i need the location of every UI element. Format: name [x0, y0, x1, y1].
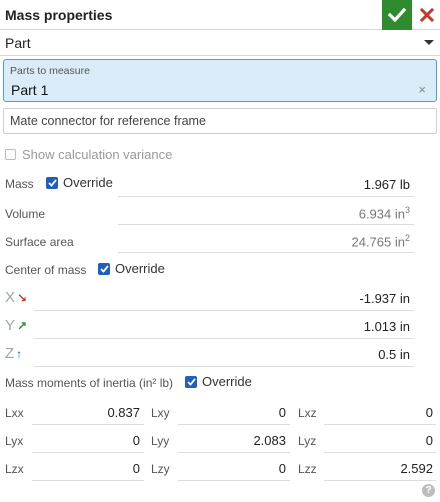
inertia-cell-value[interactable]: 0	[80, 433, 140, 448]
check-icon	[388, 8, 406, 22]
inertia-cell-underline	[178, 424, 290, 425]
measure-mode-dropdown[interactable]: Part	[0, 31, 440, 56]
y-axis-label: Y	[5, 317, 16, 334]
cancel-button[interactable]	[413, 0, 440, 30]
mate-connector-field[interactable]: Mate connector for reference frame	[3, 108, 437, 134]
inertia-cell-label: Lyx	[5, 434, 24, 448]
inertia-cell-label: Lyy	[151, 434, 170, 448]
mass-override-checkbox[interactable]: Override	[46, 175, 113, 190]
x-arrow-icon: ↘	[17, 290, 28, 305]
inertia-cell-label: Lzx	[5, 462, 24, 476]
inertia-cell-underline	[324, 480, 436, 481]
inertia-cell-underline	[324, 424, 436, 425]
inertia-cell-label: Lyz	[298, 434, 317, 448]
mass-label: Mass	[5, 177, 34, 191]
checkbox-checked-icon	[185, 375, 197, 388]
inertia-cell-value[interactable]: 0	[226, 461, 286, 476]
inertia-cell-underline	[32, 424, 144, 425]
panel-title: Mass properties	[5, 7, 113, 23]
inertia-label: Mass moments of inertia (in² lb)	[5, 376, 174, 390]
center-of-mass-label: Center of mass	[5, 263, 87, 277]
inertia-cell-label: Lzy	[151, 462, 170, 476]
x-axis-indicator: X ↘	[5, 289, 27, 306]
inertia-override-label: Override	[202, 374, 252, 389]
inertia-cell-label: Lxx	[5, 406, 24, 420]
parts-to-measure-field[interactable]: Parts to measure Part 1 ×	[3, 59, 437, 102]
inertia-cell-label: Lxy	[151, 406, 170, 420]
surface-area-value: 24.765 in2	[351, 233, 410, 250]
center-x-value[interactable]: -1.937 in	[240, 291, 410, 306]
panel-header: Mass properties	[0, 0, 440, 30]
accept-button[interactable]	[382, 0, 412, 30]
center-x-underline	[34, 310, 414, 311]
x-axis-label: X	[5, 289, 16, 306]
volume-value: 6.934 in3	[358, 205, 410, 222]
surface-area-underline	[118, 252, 414, 253]
inertia-cell-underline	[178, 452, 290, 453]
inertia-cell-value[interactable]: 0	[226, 405, 286, 420]
mass-override-label: Override	[63, 175, 113, 190]
center-of-mass-override-label: Override	[115, 261, 165, 276]
show-variance-label: Show calculation variance	[22, 146, 173, 162]
inertia-cell-value[interactable]: 0	[373, 405, 433, 420]
surface-area-label: Surface area	[5, 235, 74, 249]
inertia-cell-underline	[32, 480, 144, 481]
y-axis-indicator: Y ↗	[5, 317, 27, 334]
center-z-underline	[34, 366, 414, 367]
inertia-cell-label: Lxz	[298, 406, 317, 420]
help-icon[interactable]: ?	[422, 484, 435, 497]
mass-underline	[118, 196, 414, 197]
inertia-cell-value[interactable]: 2.592	[373, 461, 433, 476]
inertia-cell-value[interactable]: 0	[373, 433, 433, 448]
show-variance-checkbox[interactable]: Show calculation variance	[5, 146, 172, 162]
chevron-down-icon	[424, 40, 434, 45]
measure-mode-value: Part	[5, 35, 31, 51]
inertia-cell-underline	[32, 452, 144, 453]
clear-icon[interactable]: ×	[418, 82, 426, 97]
mass-value[interactable]: 1.967 lb	[240, 177, 410, 192]
inertia-cell-value[interactable]: 0	[80, 461, 140, 476]
center-y-underline	[34, 338, 414, 339]
checkbox-checked-icon	[46, 176, 58, 189]
inertia-cell-label: Lzz	[298, 462, 317, 476]
checkbox-unchecked-icon	[5, 148, 16, 160]
center-z-value[interactable]: 0.5 in	[240, 347, 410, 362]
inertia-cell-underline	[324, 452, 436, 453]
inertia-cell-underline	[178, 480, 290, 481]
center-of-mass-override-checkbox[interactable]: Override	[98, 261, 165, 276]
inertia-cell-value[interactable]: 0.837	[80, 405, 140, 420]
parts-to-measure-label: Parts to measure	[10, 65, 90, 77]
inertia-override-checkbox[interactable]: Override	[185, 374, 252, 389]
z-axis-indicator: Z ↑	[5, 345, 22, 362]
z-axis-label: Z	[5, 345, 15, 362]
center-y-value[interactable]: 1.013 in	[240, 319, 410, 334]
inertia-cell-value[interactable]: 2.083	[226, 433, 286, 448]
y-arrow-icon: ↗	[17, 318, 28, 333]
mate-connector-placeholder: Mate connector for reference frame	[10, 114, 206, 128]
volume-underline	[118, 224, 414, 225]
close-icon	[419, 8, 434, 22]
parts-to-measure-value: Part 1	[11, 82, 49, 98]
z-arrow-icon: ↑	[16, 346, 23, 361]
volume-label: Volume	[5, 207, 46, 221]
checkbox-checked-icon	[98, 262, 110, 275]
